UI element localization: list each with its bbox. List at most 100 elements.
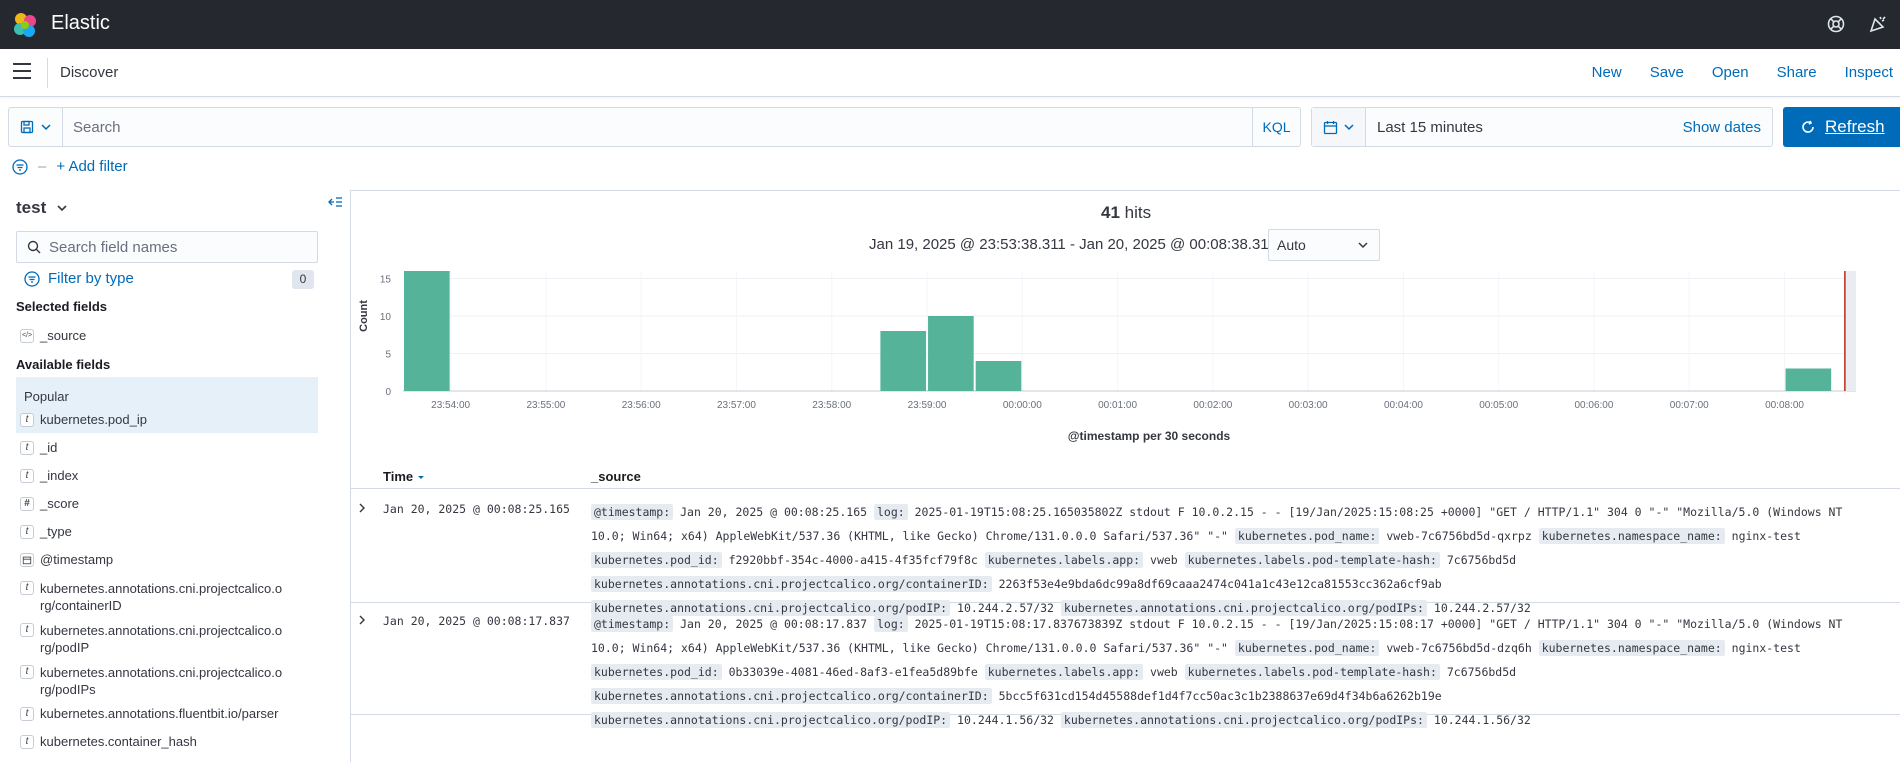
field-value: f2920bbf-354c-4000-a415-4f35fcf79f8c [728,553,978,567]
top-nav-menu: New Save Open Share Inspect [1564,64,1900,81]
y-tick-label: 0 [385,387,391,398]
field-search-input[interactable] [49,238,299,256]
string-type-icon: t [20,581,34,595]
histogram-bar[interactable] [1785,368,1832,392]
popular-label: Popular [24,389,69,404]
field-search [16,231,318,263]
x-tick-label: 00:01:00 [1098,400,1137,411]
field-item[interactable]: @timestamp [16,552,318,567]
time-range-value[interactable]: Last 15 minutes [1366,119,1683,136]
histogram-bar[interactable] [975,361,1022,391]
filter-bar: – + Add filter [12,158,128,175]
field-value: vweb [1150,553,1178,567]
filter-options-icon[interactable] [12,158,28,175]
add-filter-button[interactable]: + Add filter [56,158,127,175]
field-item[interactable]: t _type [16,524,318,539]
x-tick-label: 00:02:00 [1193,400,1232,411]
field-item[interactable]: t kubernetes.pod_ip [16,412,318,427]
available-fields-title: Available fields [16,357,111,372]
elastic-logo[interactable] [12,12,38,38]
y-tick-label: 10 [380,312,392,323]
expand-row-icon[interactable] [357,614,367,628]
field-item[interactable]: t kubernetes.annotations.cni.projectcali… [16,664,286,698]
header-divider [47,58,48,88]
field-name: _type [40,524,72,539]
filter-icon [24,270,40,287]
time-column-header[interactable]: Time [383,469,425,484]
histogram-chart[interactable]: 23:54:00 23:55:00 23:56:00 23:57:00 23:58:00… [351,266,1900,466]
x-tick-label: 00:04:00 [1384,400,1423,411]
brand-name: Elastic [51,12,110,34]
source-column-header: _source [591,469,641,484]
field-item[interactable]: # _score [16,496,318,511]
x-tick-label: 23:58:00 [812,400,851,411]
filter-by-type-label: Filter by type [48,270,134,287]
hits-label: hits [1124,203,1152,222]
menu-toggle-button[interactable] [13,63,33,83]
field-item[interactable]: t kubernetes.annotations.fluentbit.io/pa… [16,706,318,721]
field-value: 2025-01-19T15:08:17.837673839Z stdout F … [914,617,1843,631]
field-name: @timestamp [40,552,114,567]
field-item[interactable]: t _id [16,440,318,455]
new-button[interactable]: New [1592,64,1622,81]
field-key: kubernetes.labels.app: [984,664,1144,680]
help-icon[interactable] [1826,14,1846,34]
doc-source-line: 10.0; Win64; x64) AppleWebKit/537.36 (KH… [591,636,1881,660]
news-feed-icon[interactable] [1868,14,1888,34]
collapse-sidebar-icon[interactable] [327,194,343,210]
field-value: vweb-7c6756bd5d-dzq6h [1386,641,1532,655]
save-icon [20,120,33,134]
quick-select-button[interactable] [1312,108,1366,146]
inspect-button[interactable]: Inspect [1845,64,1893,81]
string-type-icon: t [20,623,34,637]
index-pattern-switcher[interactable]: test [16,198,68,218]
kql-language-button[interactable]: KQL [1252,108,1300,146]
string-type-icon: t [20,413,34,427]
field-value: 2263f53e4e9bda6dc99a8df69caaa2474c041a1c… [998,577,1442,591]
field-value: 10.244.1.56/32 [1433,713,1531,727]
interval-select[interactable]: Auto [1268,229,1380,261]
doc-source: @timestamp: Jan 20, 2025 @ 00:08:25.165 … [591,500,1881,620]
save-button[interactable]: Save [1650,64,1684,81]
filter-by-type-button[interactable]: Filter by type [24,270,134,287]
field-sidebar: test Filter by type 0 Selected fields </… [0,190,350,762]
field-key: @timestamp: [591,616,674,632]
histogram-bar[interactable] [928,316,974,391]
filter-count-badge: 0 [292,270,314,289]
field-value: 2025-01-19T15:08:25.165035802Z stdout F … [914,505,1843,519]
field-name: _source [40,328,87,343]
field-name: kubernetes.container_hash [40,734,197,749]
chevron-down-icon [40,124,51,131]
selected-field-source[interactable]: </> _source [16,328,318,343]
show-dates-button[interactable]: Show dates [1683,119,1761,136]
field-item[interactable]: t kubernetes.annotations.cni.projectcali… [16,580,286,614]
doc-table-row: Jan 20, 2025 @ 00:08:17.837 @timestamp: J… [351,603,1900,728]
string-type-icon: t [20,469,34,483]
field-name: kubernetes.annotations.fluentbit.io/pars… [40,706,279,721]
field-name: _id [40,440,58,455]
share-button[interactable]: Share [1777,64,1817,81]
y-tick-label: 5 [385,350,391,361]
string-type-icon: t [20,525,34,539]
x-axis-label: @timestamp per 30 seconds [1068,429,1231,443]
open-button[interactable]: Open [1712,64,1749,81]
x-tick-label: 23:59:00 [908,400,947,411]
field-item[interactable]: t _index [16,468,318,483]
histogram-bar[interactable] [880,331,927,391]
field-item[interactable]: t kubernetes.annotations.cni.projectcali… [16,622,286,656]
histogram-bar[interactable] [404,271,450,391]
field-key: kubernetes.pod_name: [1234,640,1380,656]
hits-counter: 41 hits [1101,203,1151,223]
date-type-icon [20,553,34,567]
doc-source: @timestamp: Jan 20, 2025 @ 00:08:17.837 … [591,612,1881,732]
app-header: Discover New Save Open Share Inspect [0,49,1900,97]
field-item[interactable]: t kubernetes.container_hash [16,734,318,749]
doc-source-line: @timestamp: Jan 20, 2025 @ 00:08:17.837 … [591,612,1881,636]
source-type-icon: </> [20,329,34,343]
refresh-button[interactable]: Refresh [1783,107,1900,147]
search-input[interactable] [63,108,1252,146]
saved-query-button[interactable] [9,108,63,146]
field-value: 10.244.1.56/32 [957,713,1054,727]
expand-row-icon[interactable] [357,502,367,516]
field-name: kubernetes.pod_ip [40,412,147,427]
